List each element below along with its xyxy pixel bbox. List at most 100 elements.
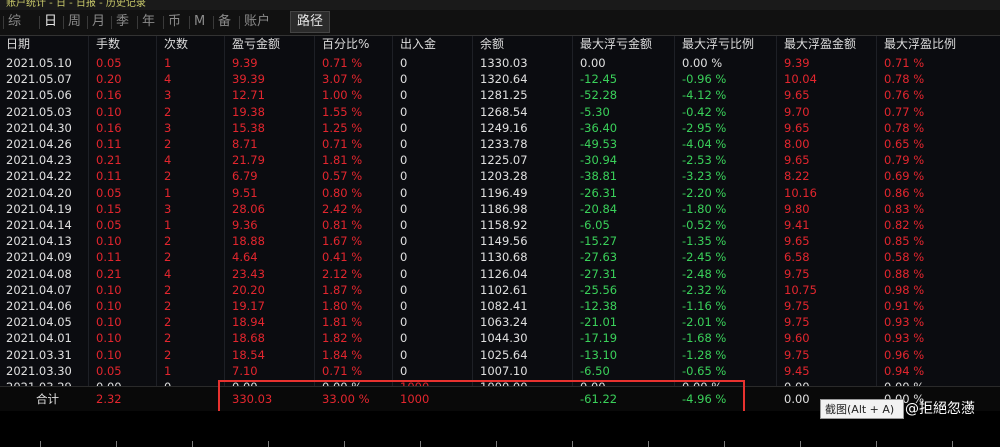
table-cell: -52.28: [580, 88, 618, 103]
axis-tick: [344, 441, 345, 447]
table-row[interactable]: 2021.04.20 0.05 1 9.51 0.80 % 0 1196.49 -26.31 -…: [0, 185, 1000, 201]
tab-separator: [189, 16, 190, 29]
table-cell: 2: [164, 250, 172, 265]
table-cell: 2: [164, 137, 172, 151]
tab-separator: [39, 16, 40, 29]
table-row[interactable]: 2021.04.23 0.21 4 21.79 1.81 % 0 1225.07 -30.94…: [0, 152, 1000, 168]
table-cell: 2: [164, 347, 172, 362]
table-cell: -3.23 %: [682, 169, 727, 184]
tab-4[interactable]: 月: [92, 12, 105, 32]
totals-cell: 2.32: [96, 392, 122, 406]
table-cell: 0: [400, 250, 408, 265]
table-cell: 0.11: [96, 250, 122, 265]
column-header[interactable]: 次数: [164, 36, 188, 53]
column-header[interactable]: 最大浮亏比例: [682, 36, 754, 53]
table-row[interactable]: 2021.04.19 0.15 3 28.06 2.42 % 0 1186.98 -20.84…: [0, 201, 1000, 217]
table-cell: 9.45: [784, 363, 810, 378]
tab-2[interactable]: 日: [44, 12, 57, 32]
table-cell: -0.65 %: [682, 363, 727, 378]
table-row[interactable]: 2021.04.22 0.11 2 6.79 0.57 % 0 1203.28 -38.81 -…: [0, 168, 1000, 184]
axis-tick: [572, 441, 573, 447]
table-cell: 3: [164, 88, 172, 103]
table-cell: 21.79: [232, 153, 265, 168]
table-row[interactable]: 2021.04.06 0.10 2 19.17 1.80 % 0 1082.41 -12.38…: [0, 298, 1000, 314]
table-cell: -1.28 %: [682, 347, 727, 362]
table-cell: 2.12 %: [322, 266, 363, 281]
table-cell: 1102.61: [480, 282, 528, 297]
table-row[interactable]: 2021.05.06 0.16 3 12.71 1.00 % 0 1281.25 -52.28…: [0, 87, 1000, 103]
table-cell: -2.95 %: [682, 120, 727, 135]
table-cell: 1.81 %: [322, 153, 363, 168]
table-row[interactable]: 2021.05.03 0.10 2 19.38 1.55 % 0 1268.54 -5.30 -…: [0, 104, 1000, 120]
tab-3[interactable]: 周: [68, 12, 81, 32]
table-row[interactable]: 2021.03.30 0.05 1 7.10 0.71 % 0 1007.10 -6.50 -0…: [0, 363, 1000, 379]
table-cell: -17.19: [580, 331, 618, 346]
table-cell: -20.84: [580, 201, 618, 216]
table-row[interactable]: 2021.04.05 0.10 2 18.94 1.81 % 0 1063.24 -21.01…: [0, 314, 1000, 330]
tab-separator: [63, 16, 64, 29]
table-row[interactable]: 2021.04.01 0.10 2 18.68 1.82 % 0 1044.30 -17.19…: [0, 330, 1000, 346]
table-cell: 0.10: [96, 234, 122, 249]
tab-1[interactable]: 综: [8, 12, 21, 32]
table-cell: 1.80 %: [322, 299, 363, 313]
column-header[interactable]: 出入金: [400, 36, 436, 53]
table-cell: 2021.04.06: [6, 299, 72, 313]
table-cell: 0: [400, 347, 408, 362]
table-cell: 2021.03.31: [6, 347, 72, 362]
table-cell: 1233.78: [480, 137, 528, 151]
table-row[interactable]: 2021.04.08 0.21 4 23.43 2.12 % 0 1126.04 -27.31…: [0, 266, 1000, 282]
table-cell: 1.82 %: [322, 331, 363, 346]
table-cell: -2.53 %: [682, 153, 727, 168]
tab-8[interactable]: M: [194, 12, 205, 32]
table-cell: 2021.04.23: [6, 153, 72, 168]
axis-tick: [420, 441, 421, 447]
table-row[interactable]: 2021.05.10 0.05 1 9.39 0.71 % 0 1330.03 0.00 0.0…: [0, 55, 1000, 71]
table-cell: 2021.04.19: [6, 201, 72, 216]
table-cell: 9.75: [784, 299, 810, 313]
column-header[interactable]: 百分比%: [322, 36, 369, 53]
table-row[interactable]: 2021.04.07 0.10 2 20.20 1.87 % 0 1102.61 -25.56…: [0, 282, 1000, 298]
tab-6[interactable]: 年: [142, 12, 155, 32]
table-cell: 0.10: [96, 315, 122, 330]
table-cell: 0.98 %: [884, 282, 925, 297]
table-cell: 6.79: [232, 169, 258, 184]
table-cell: -13.10: [580, 347, 618, 362]
table-row[interactable]: 2021.04.13 0.10 2 18.88 1.67 % 0 1149.56 -15.27…: [0, 233, 1000, 249]
column-header[interactable]: 日期: [6, 36, 30, 53]
table-cell: 0: [400, 72, 408, 87]
table-cell: 8.71: [232, 137, 258, 151]
table-row[interactable]: 2021.03.31 0.10 2 18.54 1.84 % 0 1025.64 -13.10…: [0, 347, 1000, 363]
table-row[interactable]: 2021.04.09 0.11 2 4.64 0.41 % 0 1130.68 -27.63 -…: [0, 249, 1000, 265]
table-cell: 9.36: [232, 218, 258, 232]
table-cell: 3: [164, 201, 172, 216]
table-row[interactable]: 2021.04.30 0.16 3 15.38 1.25 % 0 1249.16 -36.40…: [0, 120, 1000, 136]
table-row[interactable]: 2021.04.14 0.05 1 9.36 0.81 % 0 1158.92 -6.05 -0…: [0, 217, 1000, 233]
tab-10[interactable]: 账户: [244, 12, 270, 32]
table-cell: -0.42 %: [682, 104, 727, 119]
axis-tick: [800, 441, 801, 447]
table-cell: 0.93 %: [884, 331, 925, 346]
column-header[interactable]: 最大浮盈比例: [884, 36, 956, 53]
axis-tick: [40, 441, 41, 447]
table-cell: 1: [164, 56, 172, 70]
tab-5[interactable]: 季: [116, 12, 129, 32]
tab-11[interactable]: 路径: [290, 11, 331, 33]
column-header[interactable]: 最大浮盈金额: [784, 36, 856, 53]
table-cell: 0.76 %: [884, 88, 925, 103]
table-cell: 9.41: [784, 218, 810, 232]
column-header[interactable]: 手数: [96, 36, 120, 53]
table-row[interactable]: 2021.05.07 0.20 4 39.39 3.07 % 0 1320.64 -12.45…: [0, 71, 1000, 87]
tab-9[interactable]: 备: [218, 12, 231, 32]
tab-7[interactable]: 币: [168, 12, 181, 32]
table-cell: 0: [400, 218, 408, 232]
table-cell: -27.31: [580, 266, 618, 281]
column-header[interactable]: 余额: [480, 36, 504, 53]
table-cell: 1268.54: [480, 104, 528, 119]
column-header[interactable]: 最大浮亏金额: [580, 36, 652, 53]
column-header[interactable]: 盈亏金额: [232, 36, 280, 53]
table-cell: -4.12 %: [682, 88, 727, 103]
table-cell: 0.05: [96, 56, 122, 70]
table-row[interactable]: 2021.04.26 0.11 2 8.71 0.71 % 0 1233.78 -49.53 -…: [0, 136, 1000, 152]
table-cell: 3: [164, 120, 172, 135]
table-cell: 2021.05.10: [6, 56, 72, 70]
